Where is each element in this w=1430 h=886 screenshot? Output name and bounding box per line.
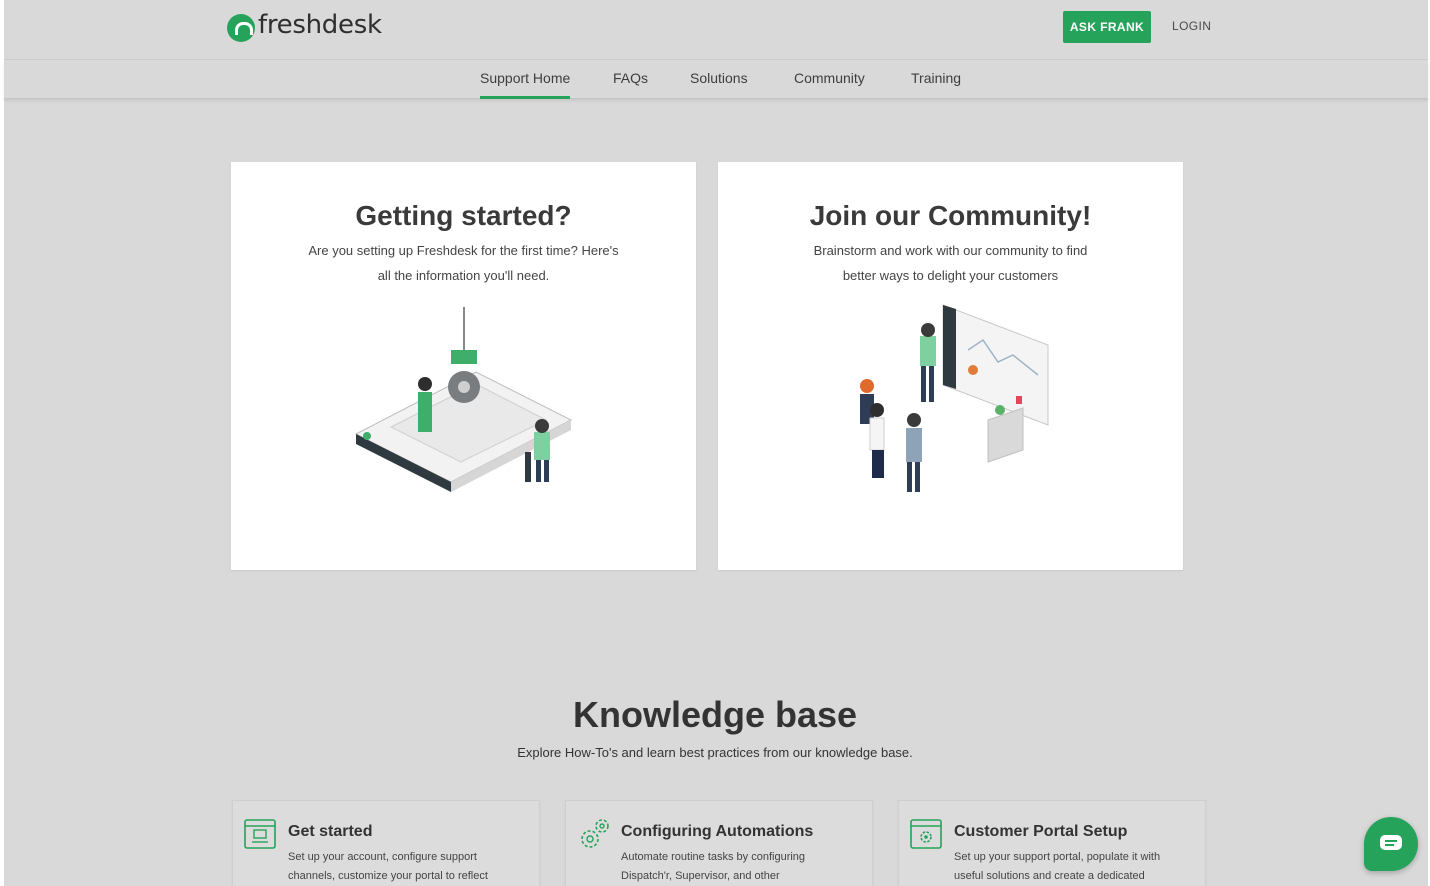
getting-started-card[interactable]: Getting started? Are you setting up Fres… [231,162,696,570]
community-illustration [860,304,1049,492]
kb-category-title: Customer Portal Setup [954,823,1128,840]
main-nav: Support Home FAQs Solutions Community Tr… [4,60,1428,99]
tab-support-home[interactable]: Support Home [480,70,571,99]
gears-icon [581,819,609,848]
headset-logo-icon [227,14,255,42]
kb-category-description: Set up your support portal, populate it … [954,851,1161,882]
kb-category-title: Configuring Automations [621,823,814,840]
knowledge-base-title: Knowledge base [572,694,858,735]
ask-frank-button[interactable]: ASK FRANK [1063,11,1151,43]
login-link[interactable]: LOGIN [1172,19,1211,33]
card-description: Brainstorm and work with our community t… [813,243,1088,283]
freshdesk-logo[interactable]: freshdesk [227,8,382,42]
kb-category-customer-portal-setup[interactable]: Customer Portal Setup Set up your suppor… [898,800,1206,886]
tab-solutions[interactable]: Solutions [690,70,748,99]
card-description: Are you setting up Freshdesk for the fir… [308,243,619,283]
kb-category-description: Set up your account, configure support c… [288,851,488,882]
tab-faqs[interactable]: FAQs [613,70,648,99]
window-icon [244,819,276,849]
portal-settings-icon [910,819,942,849]
top-header [4,0,1428,60]
knowledge-base-subtitle: Explore How-To's and learn best practice… [517,745,913,760]
card-title: Join our Community! [809,200,1092,231]
tab-community[interactable]: Community [794,70,865,99]
chat-widget-button[interactable] [1364,817,1418,871]
kb-category-configuring-automations[interactable]: Configuring Automations Automate routine… [565,800,873,886]
chat-bubble-icon [1380,835,1402,850]
kb-category-description: Automate routine tasks by configuring Di… [621,851,806,882]
join-community-card[interactable]: Join our Community! Brainstorm and work … [718,162,1183,570]
kb-category-title: Get started [288,823,373,840]
setup-illustration [354,307,573,492]
tab-training[interactable]: Training [911,70,961,99]
kb-category-get-started[interactable]: Get started Set up your account, configu… [232,800,540,886]
logo-text: freshdesk [258,10,382,40]
card-title: Getting started? [355,200,572,231]
